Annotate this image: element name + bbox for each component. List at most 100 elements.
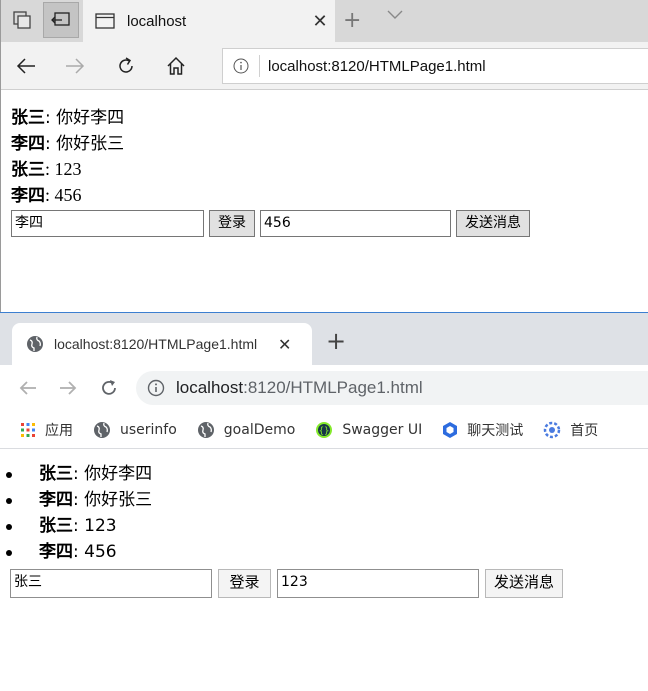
omnibox[interactable]: localhost:8120/HTMLPage1.html: [136, 371, 648, 405]
tab-close-icon[interactable]: ✕: [278, 335, 291, 354]
chevron-down-icon[interactable]: [387, 10, 403, 20]
url-host: localhost: [176, 378, 244, 397]
bookmark-goaldemo[interactable]: goalDemo: [197, 421, 296, 439]
send-message-button[interactable]: 发送消息: [485, 568, 564, 598]
message-item: 李四: 456: [0, 539, 648, 565]
address-bar[interactable]: localhost:8120/HTMLPage1.html: [222, 48, 648, 84]
new-tab-icon[interactable]: +: [343, 8, 361, 33]
back-button[interactable]: [8, 48, 44, 84]
bookmark-chat-test[interactable]: 聊天测试: [442, 420, 523, 440]
message-sender: 李四: [39, 542, 73, 562]
address-url: localhost:8120/HTMLPage1.html: [268, 57, 486, 75]
message-sender: 张三: [39, 464, 73, 484]
message-sender: 张三: [39, 516, 73, 536]
message-input[interactable]: 456: [260, 209, 451, 237]
chrome-chat-form: 张三 登录 123 发送消息: [10, 568, 564, 598]
bookmark-apps[interactable]: 应用: [20, 420, 73, 440]
shield-hex-icon: [443, 421, 458, 438]
apps-grid-icon: [21, 422, 35, 437]
message-sender: 张三: [11, 160, 45, 180]
refresh-button[interactable]: [108, 48, 144, 84]
message-text: : 456: [73, 542, 117, 562]
message-sender: 李四: [11, 134, 45, 154]
info-icon[interactable]: [136, 379, 176, 397]
login-button[interactable]: 登录: [209, 209, 255, 237]
message-text: : 456: [45, 185, 82, 205]
chrome-tab-bar: localhost:8120/HTMLPage1.html ✕ +: [0, 313, 648, 365]
home-icon: [167, 56, 185, 75]
login-button[interactable]: 登录: [218, 568, 271, 598]
tabs-aside-icon: [51, 12, 70, 26]
set-tabs-aside-button[interactable]: [43, 2, 79, 38]
chrome-window: localhost:8120/HTMLPage1.html ✕ + localh…: [0, 313, 648, 691]
message-text: : 你好李四: [73, 464, 153, 484]
svg-text:{}: {}: [319, 426, 330, 436]
username-input[interactable]: 李四: [11, 209, 204, 237]
swagger-icon: {}: [316, 421, 333, 438]
url-path: :8120/HTMLPage1.html: [243, 378, 423, 397]
chrome-message-list: 张三: 你好李四 李四: 你好张三 张三: 123 李四: 456: [0, 461, 648, 565]
gear-blue-icon: [543, 421, 561, 438]
message-item: 张三: 你好李四: [11, 104, 641, 130]
tab-title: localhost: [127, 12, 187, 30]
chrome-navigation-bar: localhost:8120/HTMLPage1.html: [0, 365, 648, 411]
message-item: 张三: 123: [0, 513, 648, 539]
arrow-right-icon: [60, 381, 77, 395]
refresh-icon: [119, 57, 133, 73]
address-separator: [259, 55, 260, 77]
message-item: 张三: 123: [11, 156, 641, 182]
tab-preview-icon: [13, 11, 31, 29]
bookmark-swagger-ui[interactable]: {} Swagger UI: [315, 421, 422, 439]
tab-preview-button[interactable]: [4, 2, 40, 38]
bookmark-home[interactable]: 首页: [543, 420, 598, 440]
message-text: : 你好李四: [45, 108, 125, 128]
message-sender: 张三: [11, 108, 45, 128]
bookmark-label: goalDemo: [223, 421, 296, 438]
edge-tab-bar: localhost ✕ +: [1, 0, 648, 42]
bookmark-label: 应用: [45, 422, 73, 439]
chrome-active-tab[interactable]: localhost:8120/HTMLPage1.html ✕: [12, 323, 312, 365]
message-sender: 李四: [11, 186, 45, 206]
bookmark-label: 聊天测试: [467, 422, 524, 439]
message-item: 李四: 你好张三: [0, 487, 648, 513]
new-tab-icon[interactable]: +: [326, 329, 346, 353]
forward-button[interactable]: [53, 373, 83, 403]
message-text: : 123: [45, 159, 82, 179]
globe-icon: [27, 336, 43, 352]
reload-icon: [102, 380, 116, 395]
message-item: 李四: 456: [11, 182, 641, 208]
edge-message-list: 张三: 你好李四 李四: 你好张三 张三: 123 李四: 456: [11, 104, 641, 208]
tab-title: localhost:8120/HTMLPage1.html: [54, 336, 258, 352]
bookmark-label: 首页: [570, 422, 599, 439]
message-text: : 你好张三: [45, 134, 125, 154]
edge-active-tab[interactable]: localhost ✕: [83, 0, 335, 42]
edge-chat-form: 李四 登录 456 发送消息: [11, 209, 530, 237]
message-item: 李四: 你好张三: [11, 130, 641, 156]
home-button[interactable]: [158, 48, 194, 84]
globe-icon: [94, 421, 110, 438]
forward-button[interactable]: [57, 48, 93, 84]
edge-navigation-bar: localhost:8120/HTMLPage1.html: [1, 42, 648, 90]
arrow-left-icon: [16, 58, 35, 74]
arrow-left-icon: [19, 381, 36, 395]
bookmark-userinfo[interactable]: userinfo: [93, 421, 177, 439]
page-icon: [95, 13, 115, 29]
username-input[interactable]: 张三: [10, 568, 212, 598]
bookmark-label: Swagger UI: [342, 421, 423, 438]
message-item: 张三: 你好李四: [0, 461, 648, 487]
globe-icon: [197, 421, 214, 438]
bookmark-label: userinfo: [120, 421, 177, 438]
message-text: : 你好张三: [73, 490, 153, 510]
bookmarks-bar: 应用 userinfo goalDemo {} Swagger UI 聊天测试 …: [0, 411, 648, 449]
arrow-right-icon: [66, 58, 85, 74]
info-icon[interactable]: [223, 58, 259, 74]
message-sender: 李四: [39, 490, 73, 510]
omnibox-url: localhost:8120/HTMLPage1.html: [176, 378, 423, 398]
message-input[interactable]: 123: [277, 568, 479, 598]
send-message-button[interactable]: 发送消息: [456, 209, 530, 237]
edge-window: localhost ✕ + localhost:8120/HTMLPage1.h…: [0, 0, 648, 313]
message-text: : 123: [73, 516, 117, 536]
tab-close-icon[interactable]: ✕: [305, 11, 335, 32]
back-button[interactable]: [13, 373, 43, 403]
reload-button[interactable]: [94, 373, 124, 403]
